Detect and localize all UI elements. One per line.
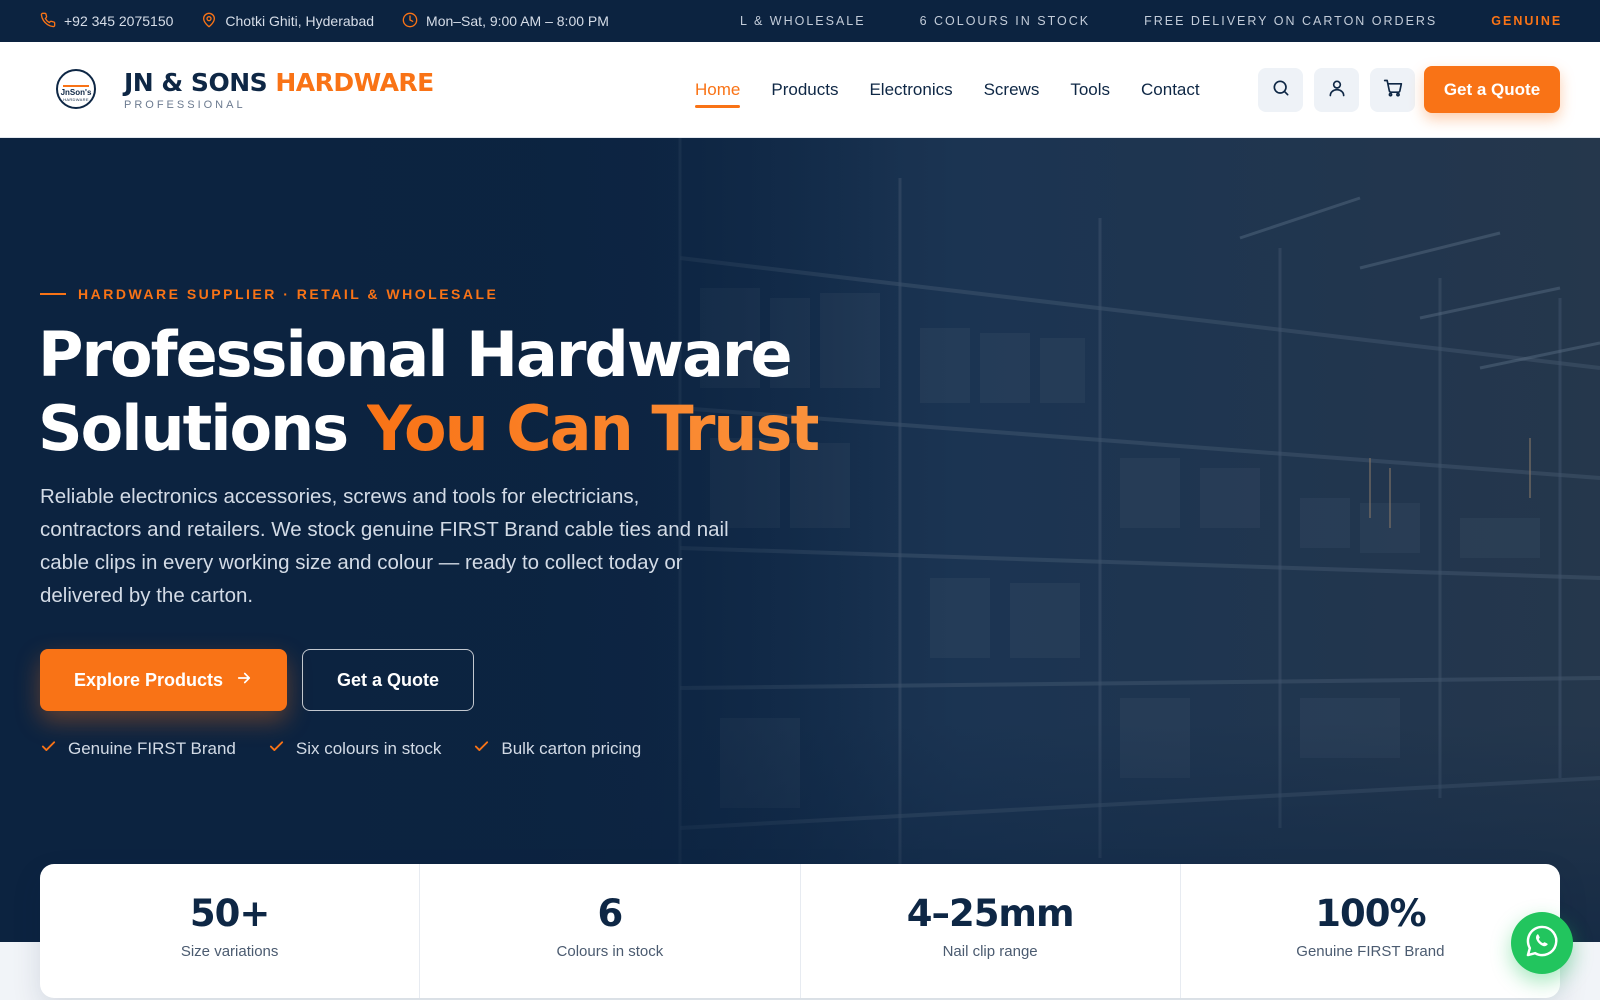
brand-name: JN & SONS HARDWARE bbox=[124, 68, 434, 97]
search-button[interactable] bbox=[1258, 68, 1303, 112]
headline-line-1: Professional Hardware bbox=[38, 318, 793, 391]
nav-item-tools[interactable]: Tools bbox=[1070, 72, 1110, 108]
stat-value: 6 bbox=[597, 892, 624, 935]
nav-item-screws[interactable]: Screws bbox=[984, 72, 1040, 108]
hero-section: HARDWARE SUPPLIER · RETAIL & WHOLESALE P… bbox=[0, 138, 1600, 942]
ticker-item: L & WHOLESALE bbox=[740, 14, 866, 28]
stat-label: Size variations bbox=[180, 943, 279, 960]
opening-hours: Mon–Sat, 9:00 AM – 8:00 PM bbox=[402, 12, 609, 31]
trust-point-label: Six colours in stock bbox=[295, 739, 442, 758]
whatsapp-icon bbox=[1524, 923, 1560, 964]
site-header: JnSon's HARDWARE JN & SONS HARDWARE PROF… bbox=[0, 42, 1600, 138]
hero-get-quote-button[interactable]: Get a Quote bbox=[302, 649, 474, 711]
stat-label: Nail clip range bbox=[942, 943, 1038, 960]
trust-point-label: Bulk carton pricing bbox=[501, 739, 642, 758]
nav-item-contact[interactable]: Contact bbox=[1141, 72, 1200, 108]
brand-name-primary: JN & SONS bbox=[124, 68, 268, 97]
arrow-right-icon bbox=[235, 669, 253, 692]
stat-value: 100% bbox=[1315, 892, 1426, 935]
eyebrow-dash bbox=[40, 293, 66, 295]
stat-card: 100% Genuine FIRST Brand bbox=[1181, 864, 1560, 998]
stat-value: 50+ bbox=[189, 892, 271, 935]
logo-badge-subtext: HARDWARE bbox=[63, 96, 89, 102]
hero-description: Reliable electronics accessories, screws… bbox=[40, 485, 729, 607]
hero-eyebrow: HARDWARE SUPPLIER · RETAIL & WHOLESALE bbox=[40, 286, 498, 302]
clock-icon bbox=[402, 12, 418, 31]
brand-name-accent: HARDWARE bbox=[275, 68, 434, 97]
ticker-item: FREE DELIVERY ON CARTON ORDERS bbox=[1144, 14, 1438, 28]
explore-products-label: Explore Products bbox=[73, 669, 224, 690]
hours-text: Mon–Sat, 9:00 AM – 8:00 PM bbox=[426, 13, 609, 29]
stat-value: 4–25mm bbox=[906, 892, 1075, 935]
nav-item-electronics[interactable]: Electronics bbox=[869, 72, 952, 108]
trust-point: Genuine FIRST Brand bbox=[40, 738, 236, 760]
stat-card: 50+ Size variations bbox=[40, 864, 421, 998]
ticker-item: 6 COLOURS IN STOCK bbox=[919, 14, 1091, 28]
hero-headline: Professional Hardware Solutions You Can … bbox=[38, 318, 938, 466]
cart-icon bbox=[1383, 78, 1403, 103]
account-button[interactable] bbox=[1314, 68, 1359, 112]
header-actions bbox=[1258, 68, 1415, 112]
trust-point: Bulk carton pricing bbox=[473, 738, 641, 760]
map-pin-icon bbox=[201, 12, 217, 31]
ticker-item-highlight: GENUINE FIR bbox=[1491, 14, 1560, 28]
check-icon bbox=[268, 738, 285, 760]
stat-card: 4–25mm Nail clip range bbox=[801, 864, 1181, 998]
headline-accent: You Can Trust bbox=[366, 392, 820, 465]
logo-badge[interactable]: JnSon's HARDWARE bbox=[56, 69, 96, 109]
top-info-bar: +92 345 2075150 Chotki Ghiti, Hyderabad … bbox=[0, 0, 1600, 42]
brand-wordmark[interactable]: JN & SONS HARDWARE PROFESSIONAL bbox=[124, 68, 434, 111]
nav-item-products[interactable]: Products bbox=[771, 72, 838, 108]
location-text: Chotki Ghiti, Hyderabad bbox=[225, 13, 375, 29]
logo-roof-mark bbox=[63, 77, 89, 87]
trust-point-label: Genuine FIRST Brand bbox=[68, 739, 236, 758]
announcement-ticker: L & WHOLESALE 6 COLOURS IN STOCK FREE DE… bbox=[740, 0, 1560, 42]
contact-location: Chotki Ghiti, Hyderabad bbox=[201, 12, 374, 31]
stats-strip: 50+ Size variations 6 Colours in stock 4… bbox=[40, 864, 1560, 998]
hero-trust-points: Genuine FIRST Brand Six colours in stock… bbox=[40, 738, 641, 760]
headline-line-2: Solutions bbox=[38, 392, 349, 465]
logo-badge-text: JnSon's bbox=[60, 87, 92, 97]
check-icon bbox=[40, 738, 57, 760]
phone-text: +92 345 2075150 bbox=[64, 13, 174, 29]
trust-point: Six colours in stock bbox=[268, 738, 442, 760]
phone-icon bbox=[40, 12, 56, 31]
brand-tagline: PROFESSIONAL bbox=[124, 99, 246, 111]
nav-item-home[interactable]: Home bbox=[695, 72, 741, 108]
header-get-quote-button[interactable]: Get a Quote bbox=[1424, 66, 1560, 113]
search-icon bbox=[1271, 78, 1291, 103]
eyebrow-text: HARDWARE SUPPLIER · RETAIL & WHOLESALE bbox=[78, 286, 499, 302]
user-icon bbox=[1327, 78, 1347, 103]
explore-products-button[interactable]: Explore Products bbox=[40, 649, 287, 711]
cart-button[interactable] bbox=[1370, 68, 1415, 112]
stat-label: Colours in stock bbox=[556, 943, 664, 960]
main-nav: Home Products Electronics Screws Tools C… bbox=[695, 42, 1200, 138]
stat-card: 6 Colours in stock bbox=[420, 864, 801, 998]
check-icon bbox=[473, 738, 490, 760]
whatsapp-chat-button[interactable] bbox=[1511, 912, 1573, 974]
contact-phone[interactable]: +92 345 2075150 bbox=[40, 12, 173, 31]
stat-label: Genuine FIRST Brand bbox=[1296, 943, 1445, 960]
